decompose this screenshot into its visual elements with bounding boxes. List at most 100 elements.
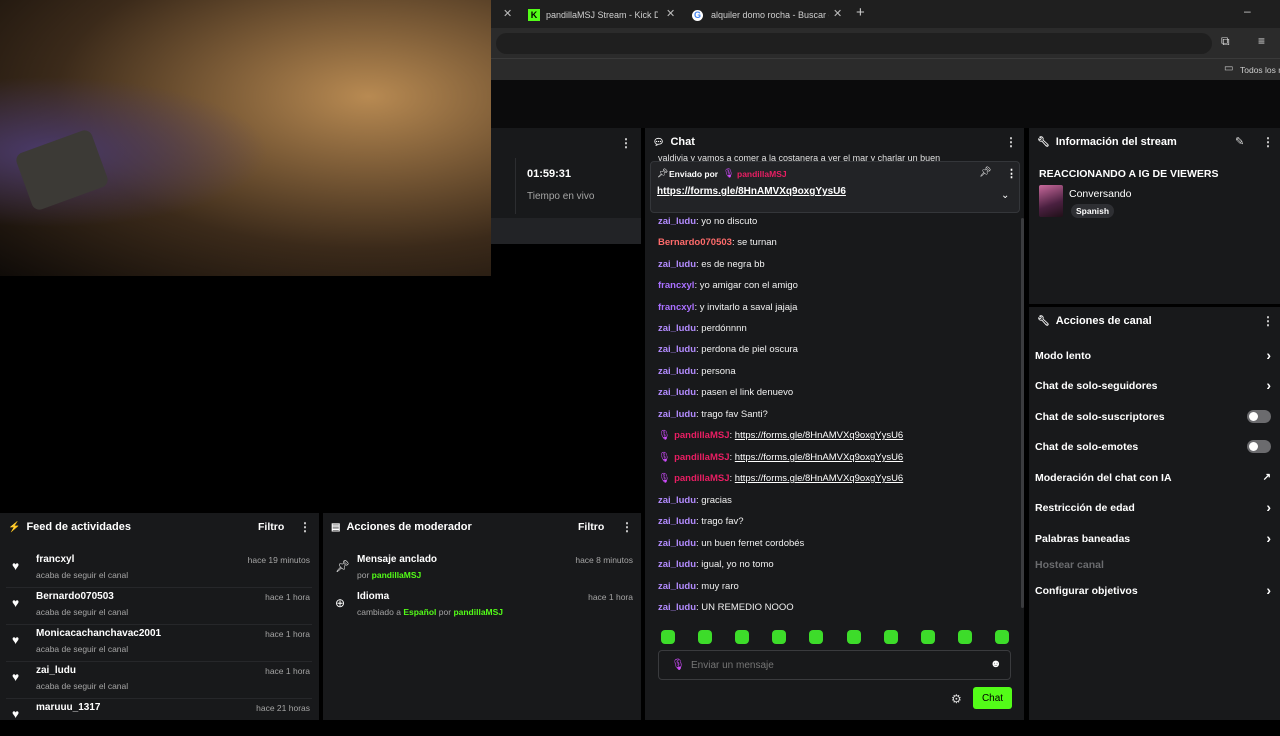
- channel-action-item[interactable]: Moderación del chat con IA ↗: [1035, 472, 1275, 484]
- channel-action-item[interactable]: Chat de solo-suscriptores: [1035, 410, 1275, 423]
- chat-username[interactable]: pandillaMSJ: [674, 430, 729, 441]
- activity-user[interactable]: zai_ludu: [36, 665, 76, 676]
- address-bar[interactable]: [496, 33, 1212, 54]
- chat-username[interactable]: zai_ludu: [658, 602, 696, 613]
- chevron-right-icon[interactable]: ›: [1266, 347, 1271, 363]
- bookmark-all[interactable]: Todos los m: [1240, 65, 1280, 75]
- minimize-icon[interactable]: –: [1244, 4, 1251, 18]
- filter-button[interactable]: Filtro: [578, 521, 604, 533]
- emote-icon[interactable]: [735, 630, 749, 644]
- stream-category[interactable]: Conversando: [1069, 188, 1131, 200]
- emote-icon[interactable]: [958, 630, 972, 644]
- toggle-switch[interactable]: [1247, 410, 1271, 423]
- settings-gear-icon[interactable]: ⚙: [951, 692, 962, 706]
- toggle-switch[interactable]: [1247, 440, 1271, 453]
- pinned-user[interactable]: pandillaMSJ: [737, 169, 787, 179]
- chat-username[interactable]: francxyl: [658, 280, 694, 291]
- chat-username[interactable]: zai_ludu: [658, 259, 696, 270]
- chat-username[interactable]: pandillaMSJ: [674, 452, 729, 463]
- activity-user[interactable]: francxyl: [36, 554, 74, 565]
- chat-username[interactable]: zai_ludu: [658, 216, 696, 227]
- chat-text: y invitarlo a saval jajaja: [699, 302, 798, 313]
- channel-actions-title: Acciones de canal: [1055, 315, 1152, 327]
- chat-link[interactable]: https://forms.gle/8HnAMVXq9oxgYysU6: [735, 473, 903, 484]
- channel-action-label: Chat de solo-seguidores: [1035, 380, 1158, 392]
- channel-action-item[interactable]: Palabras baneadas ›: [1035, 530, 1275, 546]
- emote-icon[interactable]: [809, 630, 823, 644]
- chat-message: zai_ludu: UN REMEDIO NOOO: [658, 602, 794, 613]
- unpin-icon[interactable]: 📌︎: [979, 167, 992, 178]
- kebab-menu-icon[interactable]: ⋮: [620, 136, 632, 150]
- emote-icon[interactable]: [995, 630, 1009, 644]
- tab-close-icon[interactable]: ✕: [833, 7, 842, 20]
- emote-icon[interactable]: [661, 630, 675, 644]
- kebab-menu-icon[interactable]: ⋮: [1262, 314, 1274, 328]
- chat-text: UN REMEDIO NOOO: [701, 602, 794, 613]
- kebab-menu-icon[interactable]: ⋮: [1005, 135, 1017, 149]
- chat-username[interactable]: zai_ludu: [658, 559, 696, 570]
- chevron-right-icon[interactable]: ›: [1266, 530, 1271, 546]
- activity-user[interactable]: maruuu_1317: [36, 702, 100, 713]
- kebab-menu-icon[interactable]: ⋮: [621, 520, 633, 534]
- chat-username[interactable]: francxyl: [658, 302, 694, 313]
- chat-username[interactable]: Bernardo070503: [658, 237, 732, 248]
- channel-action-item[interactable]: Restricción de edad ›: [1035, 499, 1275, 515]
- new-tab-button[interactable]: +: [856, 4, 865, 21]
- chat-message-input[interactable]: [691, 656, 981, 674]
- chat-username[interactable]: pandillaMSJ: [674, 473, 729, 484]
- chat-username[interactable]: zai_ludu: [658, 323, 696, 334]
- activity-item: ♥ Bernardo070503 acaba de seguir el cana…: [6, 588, 312, 625]
- chevron-down-icon[interactable]: ⌄: [1001, 190, 1009, 201]
- chat-message: zai_ludu: perdona de piel oscura: [658, 344, 798, 355]
- emote-icon[interactable]: [921, 630, 935, 644]
- extensions-icon[interactable]: ⧉: [1221, 34, 1230, 49]
- kebab-menu-icon[interactable]: ⋮: [299, 520, 311, 534]
- pinned-message[interactable]: 📌︎ Enviado por 🎙︎ pandillaMSJ 📌︎ ⋮ https…: [650, 161, 1020, 213]
- chat-message: zai_ludu: pasen el link denuevo: [658, 387, 793, 398]
- activity-user[interactable]: Bernardo070503: [36, 591, 114, 602]
- chat-username[interactable]: zai_ludu: [658, 495, 696, 506]
- chat-link[interactable]: https://forms.gle/8HnAMVXq9oxgYysU6: [735, 430, 903, 441]
- emoji-picker-icon[interactable]: ☻: [990, 658, 1002, 670]
- channel-action-item[interactable]: Configurar objetivos ›: [1035, 582, 1275, 598]
- kebab-menu-icon[interactable]: ⋮: [1006, 167, 1017, 180]
- emote-icon[interactable]: [772, 630, 786, 644]
- pin-icon: 📌︎: [335, 559, 351, 573]
- emote-icon[interactable]: [698, 630, 712, 644]
- mod-action-time: hace 8 minutos: [575, 555, 633, 565]
- kebab-menu-icon[interactable]: ⋮: [1262, 135, 1274, 149]
- edit-pencil-icon[interactable]: ✎: [1235, 135, 1244, 148]
- tab-close-icon[interactable]: ✕: [666, 7, 675, 20]
- chat-username[interactable]: zai_ludu: [658, 344, 696, 355]
- chat-username[interactable]: zai_ludu: [658, 387, 696, 398]
- chat-username[interactable]: zai_ludu: [658, 366, 696, 377]
- category-thumbnail[interactable]: [1039, 185, 1063, 217]
- chat-scrollbar[interactable]: [1021, 218, 1024, 608]
- channel-action-item[interactable]: Modo lento ›: [1035, 347, 1275, 363]
- tab-close-icon[interactable]: ✕: [503, 7, 512, 20]
- tab-kick-dashboard[interactable]: K pandillaMSJ Stream - Kick Dash: [520, 4, 670, 26]
- external-link-icon[interactable]: ↗: [1263, 472, 1271, 483]
- chevron-right-icon[interactable]: ›: [1266, 377, 1271, 393]
- send-chat-button[interactable]: Chat: [973, 687, 1012, 709]
- chat-username[interactable]: zai_ludu: [658, 516, 696, 527]
- filter-button[interactable]: Filtro: [258, 521, 284, 533]
- activity-desc: acaba de seguir el canal: [36, 607, 129, 617]
- chevron-right-icon[interactable]: ›: [1266, 499, 1271, 515]
- chat-username[interactable]: zai_ludu: [658, 581, 696, 592]
- chat-username[interactable]: zai_ludu: [658, 409, 696, 420]
- chevron-right-icon[interactable]: ›: [1266, 582, 1271, 598]
- chat-message: francxyl: yo amigar con el amigo: [658, 280, 798, 291]
- emote-icon[interactable]: [884, 630, 898, 644]
- activity-user[interactable]: Monicacachanchavac2001: [36, 628, 161, 639]
- chat-link[interactable]: https://forms.gle/8HnAMVXq9oxgYysU6: [735, 452, 903, 463]
- document-icon: ▤: [331, 521, 341, 533]
- menu-icon[interactable]: ≡: [1258, 34, 1265, 48]
- tab-google-search[interactable]: G alquiler domo rocha - Buscar co: [688, 4, 838, 26]
- pinned-link[interactable]: https://forms.gle/8HnAMVXq9oxgYysU6: [657, 186, 846, 197]
- channel-action-item[interactable]: Chat de solo-emotes: [1035, 440, 1275, 453]
- channel-action-label: Chat de solo-suscriptores: [1035, 411, 1165, 423]
- chat-username[interactable]: zai_ludu: [658, 538, 696, 549]
- channel-action-item[interactable]: Chat de solo-seguidores ›: [1035, 377, 1275, 393]
- emote-icon[interactable]: [847, 630, 861, 644]
